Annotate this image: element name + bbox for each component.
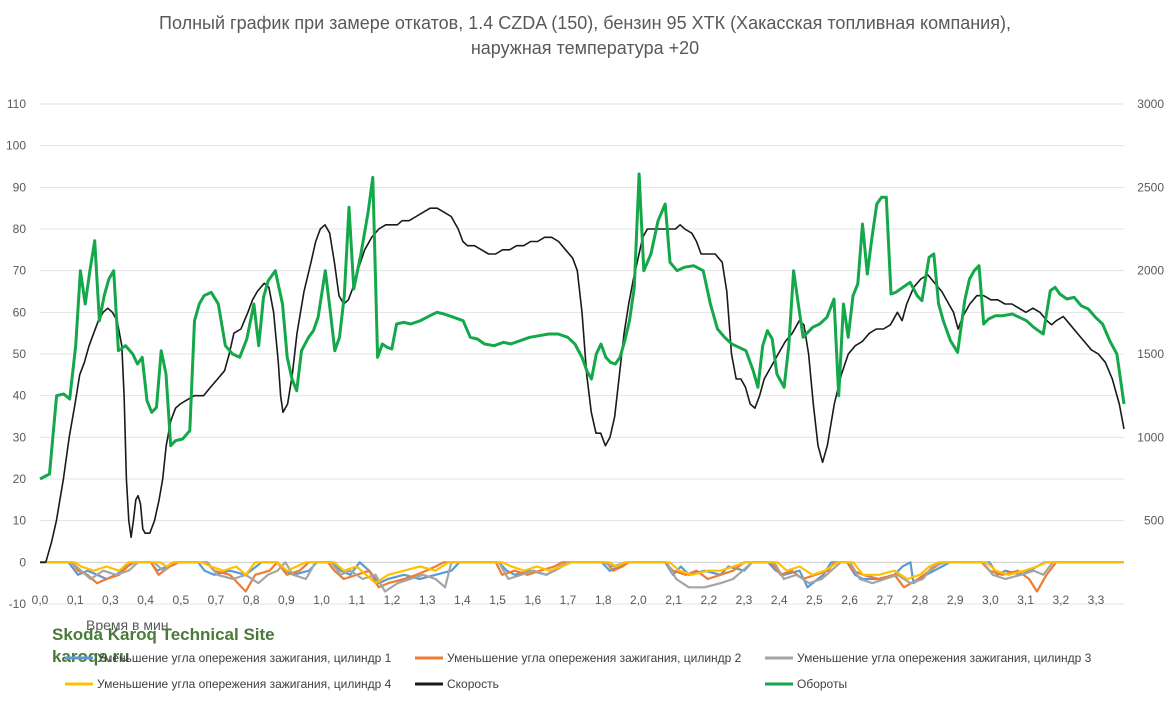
legend: Уменьшение угла опережения зажигания, ци… (65, 651, 1092, 691)
x-tick-label: 1,7 (560, 593, 577, 607)
y-left-tick-label: 10 (13, 514, 27, 528)
y-right-tick-label: 2000 (1137, 264, 1164, 278)
chart: Полный график при замере откатов, 1.4 CZ… (6, 13, 1164, 691)
legend-label: Уменьшение угла опережения зажигания, ци… (97, 651, 392, 665)
chart-title-line-2: наружная температура +20 (471, 38, 699, 58)
right-axis-ticks: 500 1000 1500 2000 2500 3000 (1137, 97, 1164, 528)
y-left-tick-label: 80 (13, 222, 27, 236)
y-left-tick-label: 60 (13, 305, 27, 319)
y-left-tick-label: 70 (13, 264, 27, 278)
x-tick-label: 0,0 (32, 593, 49, 607)
y-left-tick-label: 110 (7, 97, 26, 111)
x-tick-label: 2,8 (912, 593, 929, 607)
series-line-6 (39, 172, 1126, 481)
y-left-tick-label: -10 (9, 597, 27, 611)
legend-label: Уменьшение угла опережения зажигания, ци… (447, 651, 742, 665)
x-tick-label: 2,5 (806, 593, 823, 607)
x-tick-label: 2,4 (771, 593, 788, 607)
y-right-tick-label: 500 (1144, 514, 1164, 528)
x-tick-label: 3,3 (1088, 593, 1105, 607)
series-line-5 (40, 207, 1125, 564)
x-tick-label: 0,9 (278, 593, 295, 607)
x-tick-label: 1,5 (489, 593, 506, 607)
y-left-tick-label: 0 (19, 555, 26, 569)
x-tick-label: 2,0 (630, 593, 647, 607)
x-tick-label: 2,7 (876, 593, 893, 607)
series-line-4 (40, 561, 1124, 585)
y-left-tick-label: 30 (13, 430, 27, 444)
x-tick-label: 1,2 (384, 593, 401, 607)
x-axis-ticks: 0,0 0,1 0,3 0,4 0,5 0,7 0,8 0,9 1,0 1,1 1,2 1,3 1,4 1… (32, 593, 1105, 607)
x-tick-label: 2,1 (665, 593, 682, 607)
x-tick-label: 0,8 (243, 593, 260, 607)
y-right-tick-label: 1500 (1137, 347, 1164, 361)
series-line-1 (40, 561, 1124, 589)
legend-label: Уменьшение угла опережения зажигания, ци… (97, 677, 392, 691)
series-lines (39, 172, 1126, 593)
y-left-tick-label: 40 (13, 389, 27, 403)
legend-label: Обороты (797, 677, 847, 691)
x-tick-label: 1,1 (348, 593, 365, 607)
chart-title-line-1: Полный график при замере откатов, 1.4 CZ… (159, 13, 1011, 33)
x-tick-label: 1,8 (595, 593, 612, 607)
y-left-tick-label: 50 (13, 347, 27, 361)
y-right-tick-label: 2500 (1137, 180, 1164, 194)
x-tick-label: 1,6 (524, 593, 541, 607)
y-left-tick-label: 100 (6, 139, 26, 153)
gridlines (40, 103, 1124, 605)
x-tick-label: 0,3 (102, 593, 119, 607)
x-tick-label: 0,1 (67, 593, 84, 607)
legend-label: Уменьшение угла опережения зажигания, ци… (797, 651, 1092, 665)
y-left-tick-label: 90 (13, 180, 27, 194)
x-tick-label: 2,9 (947, 593, 964, 607)
x-tick-label: 1,4 (454, 593, 471, 607)
x-tick-label: 0,4 (137, 593, 154, 607)
y-right-tick-label: 3000 (1137, 97, 1164, 111)
x-tick-label: 3,2 (1052, 593, 1069, 607)
watermark-line-1: Skoda Karoq Technical Site (52, 625, 275, 644)
x-tick-label: 0,5 (172, 593, 189, 607)
y-right-tick-label: 1000 (1137, 430, 1164, 444)
x-tick-label: 2,3 (736, 593, 753, 607)
x-tick-label: 3,0 (982, 593, 999, 607)
x-tick-label: 0,7 (208, 593, 225, 607)
x-tick-label: 1,0 (313, 593, 330, 607)
x-tick-label: 3,1 (1017, 593, 1034, 607)
legend-label: Скорость (447, 677, 499, 691)
y-left-tick-label: 20 (13, 472, 27, 486)
left-axis-ticks: -10 0 10 20 30 40 50 60 70 80 90 100 110 (6, 97, 26, 611)
x-tick-label: 2,6 (841, 593, 858, 607)
x-tick-label: 1,3 (419, 593, 436, 607)
x-tick-label: 2,2 (700, 593, 717, 607)
